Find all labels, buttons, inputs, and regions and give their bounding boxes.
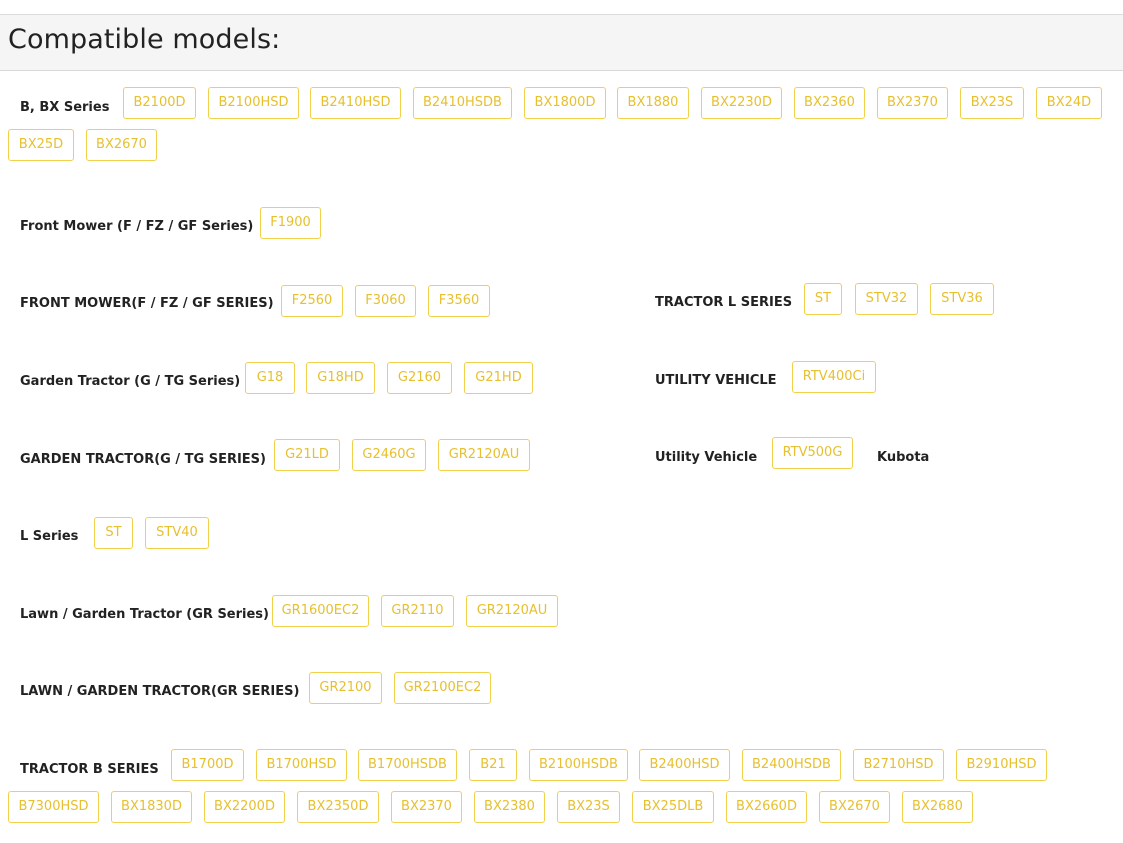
model-tag[interactable]: B1700D xyxy=(171,749,244,781)
model-tag[interactable]: B1700HSD xyxy=(256,749,347,781)
model-tag[interactable]: BX2350D xyxy=(297,791,379,823)
page-header: Compatible models: xyxy=(0,15,1123,71)
model-tag[interactable]: STV40 xyxy=(145,517,209,549)
model-tag[interactable]: B7300HSD xyxy=(8,791,99,823)
model-tag[interactable]: BX1830D xyxy=(111,791,192,823)
brand-name: Kubota xyxy=(877,450,930,465)
model-tag[interactable]: G2160 xyxy=(387,362,452,394)
model-tag[interactable]: B2410HSD xyxy=(310,87,401,119)
model-tag[interactable]: BX2370 xyxy=(877,87,948,119)
model-tag[interactable]: BX25D xyxy=(8,129,74,161)
model-tag[interactable]: B2100D xyxy=(123,87,196,119)
model-tag[interactable]: RTV400Ci xyxy=(792,361,876,393)
model-tag[interactable]: GR1600EC2 xyxy=(272,595,369,627)
model-tag[interactable]: F2560 xyxy=(281,285,343,317)
model-tag[interactable]: RTV500G xyxy=(772,437,853,469)
model-tag[interactable]: B2100HSD xyxy=(208,87,299,119)
model-tag[interactable]: G18HD xyxy=(306,362,375,394)
model-tag[interactable]: BX2230D xyxy=(701,87,782,119)
model-tag[interactable]: GR2120AU xyxy=(466,595,558,627)
model-tag[interactable]: G2460G xyxy=(352,439,426,471)
group-label: GARDEN TRACTOR(G / TG SERIES) xyxy=(20,452,266,467)
model-tag[interactable]: ST xyxy=(804,283,842,315)
model-tag[interactable]: BX24D xyxy=(1036,87,1102,119)
model-tag[interactable]: F1900 xyxy=(260,207,321,239)
model-tag[interactable]: B2410HSDB xyxy=(413,87,512,119)
model-tag[interactable]: GR2110 xyxy=(381,595,454,627)
group-label: L Series xyxy=(20,529,79,544)
model-tag[interactable]: B2910HSD xyxy=(956,749,1047,781)
model-tag[interactable]: B2100HSDB xyxy=(529,749,628,781)
model-tag[interactable]: BX2670 xyxy=(819,791,890,823)
model-tag[interactable]: F3060 xyxy=(355,285,416,317)
group-label: UTILITY VEHICLE xyxy=(655,373,777,388)
group-label: Utility Vehicle xyxy=(655,450,758,465)
model-tag[interactable]: STV36 xyxy=(930,283,994,315)
model-tag[interactable]: ST xyxy=(94,517,133,549)
model-tag[interactable]: BX1800D xyxy=(524,87,606,119)
model-tag[interactable]: G21HD xyxy=(464,362,533,394)
model-tag[interactable]: BX2670 xyxy=(86,129,157,161)
model-tag[interactable]: BX2680 xyxy=(902,791,973,823)
model-tag[interactable]: BX25DLB xyxy=(632,791,714,823)
model-tag[interactable]: B21 xyxy=(469,749,517,781)
model-tag[interactable]: BX1880 xyxy=(617,87,689,119)
model-tag[interactable]: B2710HSD xyxy=(853,749,944,781)
model-tag[interactable]: BX2380 xyxy=(474,791,545,823)
group-label: TRACTOR L SERIES xyxy=(655,295,793,310)
group-label: TRACTOR B SERIES xyxy=(20,762,159,777)
group-label: B, BX Series xyxy=(20,100,110,115)
model-tag[interactable]: B1700HSDB xyxy=(358,749,457,781)
model-tag[interactable]: GR2100EC2 xyxy=(394,672,491,704)
model-tag[interactable]: G21LD xyxy=(274,439,340,471)
group-label: FRONT MOWER(F / FZ / GF SERIES) xyxy=(20,296,274,311)
model-tag[interactable]: STV32 xyxy=(855,283,918,315)
model-tag[interactable]: G18 xyxy=(245,362,295,394)
group-label: LAWN / GARDEN TRACTOR(GR SERIES) xyxy=(20,684,300,699)
group-label: Garden Tractor (G / TG Series) xyxy=(20,374,241,389)
model-tag[interactable]: BX2360 xyxy=(794,87,865,119)
model-tag[interactable]: BX2660D xyxy=(726,791,807,823)
page-title: Compatible models: xyxy=(8,24,281,55)
model-tag[interactable]: B2400HSDB xyxy=(742,749,841,781)
model-tag[interactable]: GR2100 xyxy=(309,672,382,704)
model-tag[interactable]: GR2120AU xyxy=(438,439,530,471)
model-tag[interactable]: F3560 xyxy=(428,285,490,317)
group-label: Lawn / Garden Tractor (GR Series) xyxy=(20,607,269,622)
model-tag[interactable]: BX2200D xyxy=(204,791,285,823)
group-label: Front Mower (F / FZ / GF Series) xyxy=(20,219,254,234)
model-tag[interactable]: BX2370 xyxy=(391,791,462,823)
model-tag[interactable]: BX23S xyxy=(557,791,620,823)
model-tag[interactable]: BX23S xyxy=(960,87,1024,119)
model-tag[interactable]: B2400HSD xyxy=(639,749,730,781)
